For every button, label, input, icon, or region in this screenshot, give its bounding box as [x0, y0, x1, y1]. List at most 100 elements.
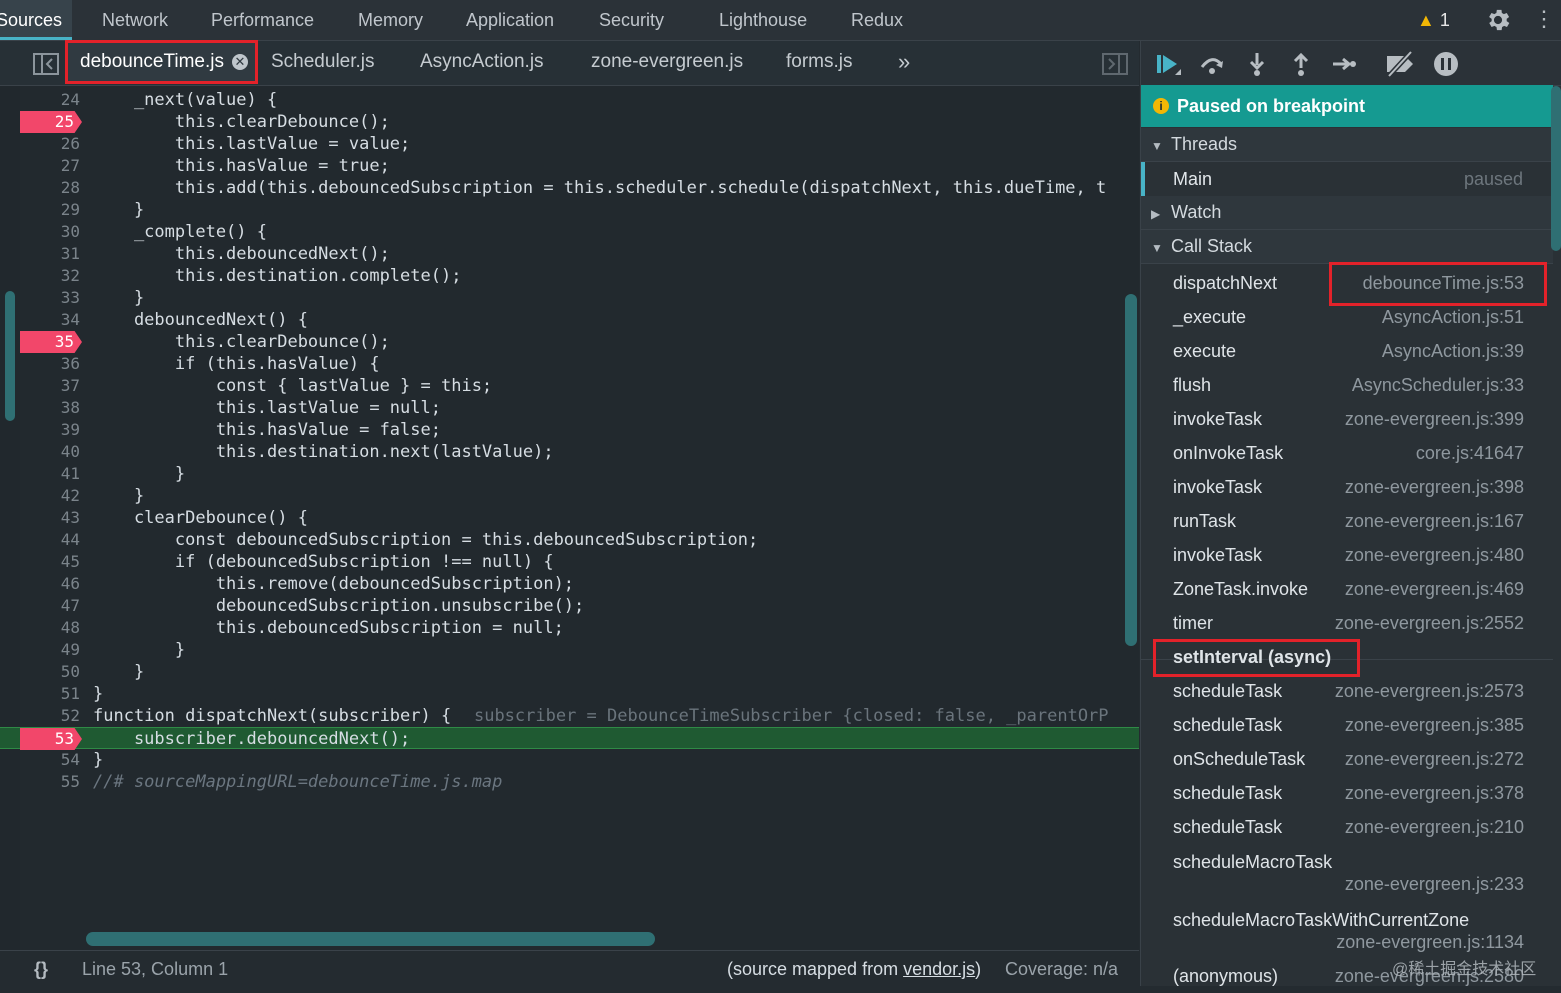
frame-location-link[interactable]: zone-evergreen.js:210	[1345, 810, 1524, 844]
file-tab-asyncaction[interactable]: AsyncAction.js	[420, 41, 544, 85]
code-line[interactable]: 33 }	[0, 287, 1139, 309]
line-number[interactable]: 39	[20, 419, 80, 441]
call-frame[interactable]: onInvokeTask core.js:41647	[1141, 436, 1553, 470]
tab-memory[interactable]: Memory	[358, 0, 423, 40]
editor-vertical-scrollbar[interactable]	[1125, 294, 1137, 646]
line-number[interactable]: 52	[20, 705, 80, 727]
line-number[interactable]: 31	[20, 243, 80, 265]
call-frame[interactable]: runTask zone-evergreen.js:167	[1141, 504, 1553, 538]
step-into-icon[interactable]	[1244, 51, 1270, 77]
code-line[interactable]: 35 this.clearDebounce();	[0, 331, 1139, 353]
threads-section-header[interactable]: ▼ Threads	[1141, 128, 1553, 162]
code-line[interactable]: 39 this.hasValue = false;	[0, 419, 1139, 441]
call-frame[interactable]: scheduleTask zone-evergreen.js:2573	[1141, 674, 1553, 708]
frame-location-link[interactable]: zone-evergreen.js:385	[1345, 708, 1524, 742]
frame-location-link[interactable]: zone-evergreen.js:399	[1345, 402, 1524, 436]
line-number[interactable]: 30	[20, 221, 80, 243]
tab-application[interactable]: Application	[466, 0, 554, 40]
frame-location-link[interactable]: zone-evergreen.js:233	[1345, 867, 1524, 901]
toggle-debugger-icon[interactable]	[1102, 53, 1128, 75]
line-number[interactable]: 37	[20, 375, 80, 397]
breakpoint-marker[interactable]: 25	[20, 111, 82, 133]
line-number[interactable]: 36	[20, 353, 80, 375]
line-number[interactable]: 42	[20, 485, 80, 507]
code-line[interactable]: 41 }	[0, 463, 1139, 485]
line-number[interactable]: 43	[20, 507, 80, 529]
code-line[interactable]: 44 const debouncedSubscription = this.de…	[0, 529, 1139, 551]
code-line[interactable]: 28 this.add(this.debouncedSubscription =…	[0, 177, 1139, 199]
call-frame[interactable]: invokeTask zone-evergreen.js:398	[1141, 470, 1553, 504]
thread-main[interactable]: Main paused	[1141, 162, 1553, 196]
watch-section-header[interactable]: ▶ Watch	[1141, 196, 1553, 230]
call-frame[interactable]: scheduleTask zone-evergreen.js:378	[1141, 776, 1553, 810]
frame-location-link[interactable]: AsyncAction.js:39	[1382, 334, 1524, 368]
call-frame[interactable]: onScheduleTask zone-evergreen.js:272	[1141, 742, 1553, 776]
line-number[interactable]: 26	[20, 133, 80, 155]
source-map-link[interactable]: vendor.js	[903, 959, 975, 979]
file-tab-scheduler[interactable]: Scheduler.js	[271, 41, 375, 85]
resume-icon[interactable]	[1155, 51, 1181, 77]
code-line[interactable]: 54}	[0, 749, 1139, 771]
tab-sources[interactable]: Sources	[0, 0, 72, 40]
code-line[interactable]: 51}	[0, 683, 1139, 705]
code-line[interactable]: 31 this.debouncedNext();	[0, 243, 1139, 265]
line-number[interactable]: 46	[20, 573, 80, 595]
line-number[interactable]: 51	[20, 683, 80, 705]
code-line[interactable]: 27 this.hasValue = true;	[0, 155, 1139, 177]
line-number[interactable]: 33	[20, 287, 80, 309]
gear-icon[interactable]	[1484, 6, 1512, 34]
call-frame[interactable]: flush AsyncScheduler.js:33	[1141, 368, 1553, 402]
line-number[interactable]: 41	[20, 463, 80, 485]
warnings-counter[interactable]: ▲ 1	[1417, 8, 1450, 32]
code-line[interactable]: 29 }	[0, 199, 1139, 221]
code-line[interactable]: 26 this.lastValue = value;	[0, 133, 1139, 155]
line-number[interactable]: 32	[20, 265, 80, 287]
call-frame[interactable]: timer zone-evergreen.js:2552	[1141, 606, 1553, 640]
call-frame[interactable]: execute AsyncAction.js:39	[1141, 334, 1553, 368]
call-frame[interactable]: scheduleMacroTaskWithCurrentZone zone-eve…	[1141, 903, 1553, 959]
line-number[interactable]: 28	[20, 177, 80, 199]
tab-security[interactable]: Security	[599, 0, 664, 40]
line-number[interactable]: 27	[20, 155, 80, 177]
frame-location-link[interactable]: zone-evergreen.js:2552	[1335, 606, 1524, 640]
code-line[interactable]: 40 this.destination.next(lastValue);	[0, 441, 1139, 463]
step-over-icon[interactable]	[1199, 51, 1225, 77]
code-line[interactable]: 32 this.destination.complete();	[0, 265, 1139, 287]
call-stack-section-header[interactable]: ▼ Call Stack	[1141, 230, 1553, 264]
debugger-sidebar-scrollbar[interactable]	[1551, 86, 1561, 251]
breakpoint-marker[interactable]: 35	[20, 331, 82, 353]
code-line[interactable]: 50 }	[0, 661, 1139, 683]
editor-horizontal-scrollbar[interactable]	[86, 932, 655, 946]
code-line[interactable]: 43 clearDebounce() {	[0, 507, 1139, 529]
code-editor[interactable]: 24 _next(value) {25 this.clearDebounce()…	[0, 86, 1139, 950]
frame-location-link[interactable]: zone-evergreen.js:378	[1345, 776, 1524, 810]
pause-on-exceptions-icon[interactable]	[1433, 51, 1459, 77]
frame-location-link[interactable]: AsyncScheduler.js:33	[1352, 368, 1524, 402]
code-line[interactable]: 25 this.clearDebounce();	[0, 111, 1139, 133]
frame-location-link[interactable]: zone-evergreen.js:167	[1345, 504, 1524, 538]
frame-location-link[interactable]: core.js:41647	[1416, 436, 1524, 470]
line-number[interactable]: 47	[20, 595, 80, 617]
code-line-current[interactable]: 53 subscriber.debouncedNext();	[0, 727, 1139, 750]
code-line[interactable]: 45 if (debouncedSubscription !== null) {	[0, 551, 1139, 573]
line-number[interactable]: 48	[20, 617, 80, 639]
code-line[interactable]: 46 this.remove(debouncedSubscription);	[0, 573, 1139, 595]
step-out-icon[interactable]	[1288, 51, 1314, 77]
line-number[interactable]: 50	[20, 661, 80, 683]
frame-location-link[interactable]: zone-evergreen.js:398	[1345, 470, 1524, 504]
call-frame[interactable]: scheduleTask zone-evergreen.js:210	[1141, 810, 1553, 844]
file-tab-debouncetime[interactable]: debounceTime.js ✕	[65, 40, 258, 84]
frame-location-link[interactable]: zone-evergreen.js:272	[1345, 742, 1524, 776]
code-line[interactable]: 36 if (this.hasValue) {	[0, 353, 1139, 375]
code-line[interactable]: 48 this.debouncedSubscription = null;	[0, 617, 1139, 639]
step-icon[interactable]	[1331, 51, 1357, 77]
code-line[interactable]: 52 function dispatchNext(subscriber) { su…	[0, 705, 1139, 727]
code-line[interactable]: 42 }	[0, 485, 1139, 507]
code-line[interactable]: 47 debouncedSubscription.unsubscribe();	[0, 595, 1139, 617]
more-tabs-icon[interactable]: »	[898, 41, 910, 85]
frame-location-link[interactable]: zone-evergreen.js:1134	[1336, 925, 1524, 959]
tab-performance[interactable]: Performance	[211, 0, 314, 40]
frame-location-link[interactable]: zone-evergreen.js:480	[1345, 538, 1524, 572]
line-number[interactable]: 34	[20, 309, 80, 331]
line-number[interactable]: 49	[20, 639, 80, 661]
